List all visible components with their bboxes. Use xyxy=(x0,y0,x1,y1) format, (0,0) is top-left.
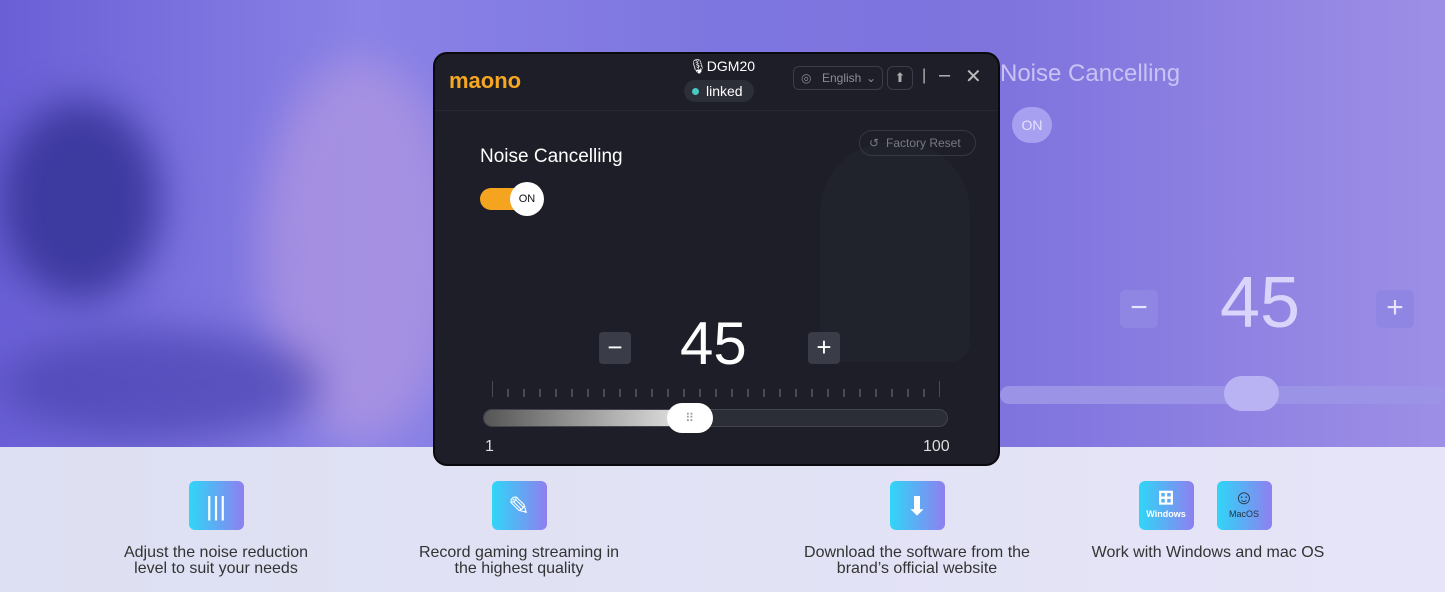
toggle-knob: ON xyxy=(510,182,544,216)
feature-text: Record gaming streaming in xyxy=(418,544,620,561)
globe-icon: ◎ xyxy=(801,71,812,85)
status-badge: linked xyxy=(684,80,754,102)
download-icon: ⬇ xyxy=(889,481,945,530)
upload-icon: ⬆ xyxy=(894,70,906,85)
slider-ticks xyxy=(492,381,940,397)
feature-text: Work with Windows and mac OS xyxy=(1091,544,1325,561)
microphone-illustration xyxy=(820,142,970,362)
decrease-button[interactable]: − xyxy=(599,332,631,364)
windows-icon: ⊞ Windows xyxy=(1138,481,1194,530)
level-slider[interactable] xyxy=(483,409,948,427)
increase-button[interactable]: + xyxy=(808,332,840,364)
finder-icon: ☺ MacOS xyxy=(1216,481,1272,530)
header-divider xyxy=(435,110,998,111)
bg-level: 45 xyxy=(1220,263,1301,343)
bg-plus: + xyxy=(1376,290,1414,328)
feature-text: level to suit your needs xyxy=(134,560,298,577)
slider-fill xyxy=(484,410,690,426)
chevron-down-icon: ⌄ xyxy=(865,71,876,85)
feature-download: ⬇ Download the software from the brand’s… xyxy=(790,481,1044,577)
slider-max: 100 xyxy=(923,438,950,455)
factory-reset-button[interactable]: ↺ Factory Reset xyxy=(859,130,976,156)
bg-toggle: ON xyxy=(1012,107,1052,143)
reset-icon: ↺ xyxy=(869,136,880,150)
microphone-icon: 🎙 xyxy=(689,58,707,74)
divider: | xyxy=(922,67,927,84)
maono-logo: maono xyxy=(449,68,522,93)
minimize-button[interactable]: – xyxy=(939,64,950,87)
feature-record: ✎ Record gaming streaming in the highest… xyxy=(400,481,638,577)
waveform-icon: ||| xyxy=(188,481,244,530)
slider-thumb[interactable]: ⠿ xyxy=(666,403,713,433)
feature-noise: ||| Adjust the noise reduction level to … xyxy=(100,481,332,577)
level-value: 45 xyxy=(680,310,747,377)
pen-icon: ✎ xyxy=(491,481,547,530)
feature-text: brand’s official website xyxy=(836,560,998,577)
bg-minus: − xyxy=(1120,290,1158,328)
app-window: maono 🎙DGM20 linked ◎ English ⌄ ⬆ | – ✕ ↺ F… xyxy=(433,52,1000,466)
noise-cancel-toggle[interactable]: ON xyxy=(480,182,544,216)
feature-os: ⊞ Windows ☺ MacOS Work with Windows and ma… xyxy=(1080,481,1336,561)
close-button[interactable]: ✕ xyxy=(965,64,982,89)
bg-slider xyxy=(1000,386,1445,404)
feature-text: Adjust the noise reduction xyxy=(123,544,309,561)
slider-min: 1 xyxy=(485,438,494,455)
device-name: 🎙DGM20 xyxy=(689,58,756,74)
section-title: Noise Cancelling xyxy=(480,146,623,167)
language-select[interactable]: ◎ English ⌄ xyxy=(793,66,883,90)
bg-title: Noise Cancelling xyxy=(1000,60,1181,87)
update-button[interactable]: ⬆ xyxy=(887,66,913,90)
feature-text: the highest quality xyxy=(454,560,584,577)
bg-slider-thumb xyxy=(1224,376,1279,411)
feature-text: Download the software from the xyxy=(804,544,1030,561)
